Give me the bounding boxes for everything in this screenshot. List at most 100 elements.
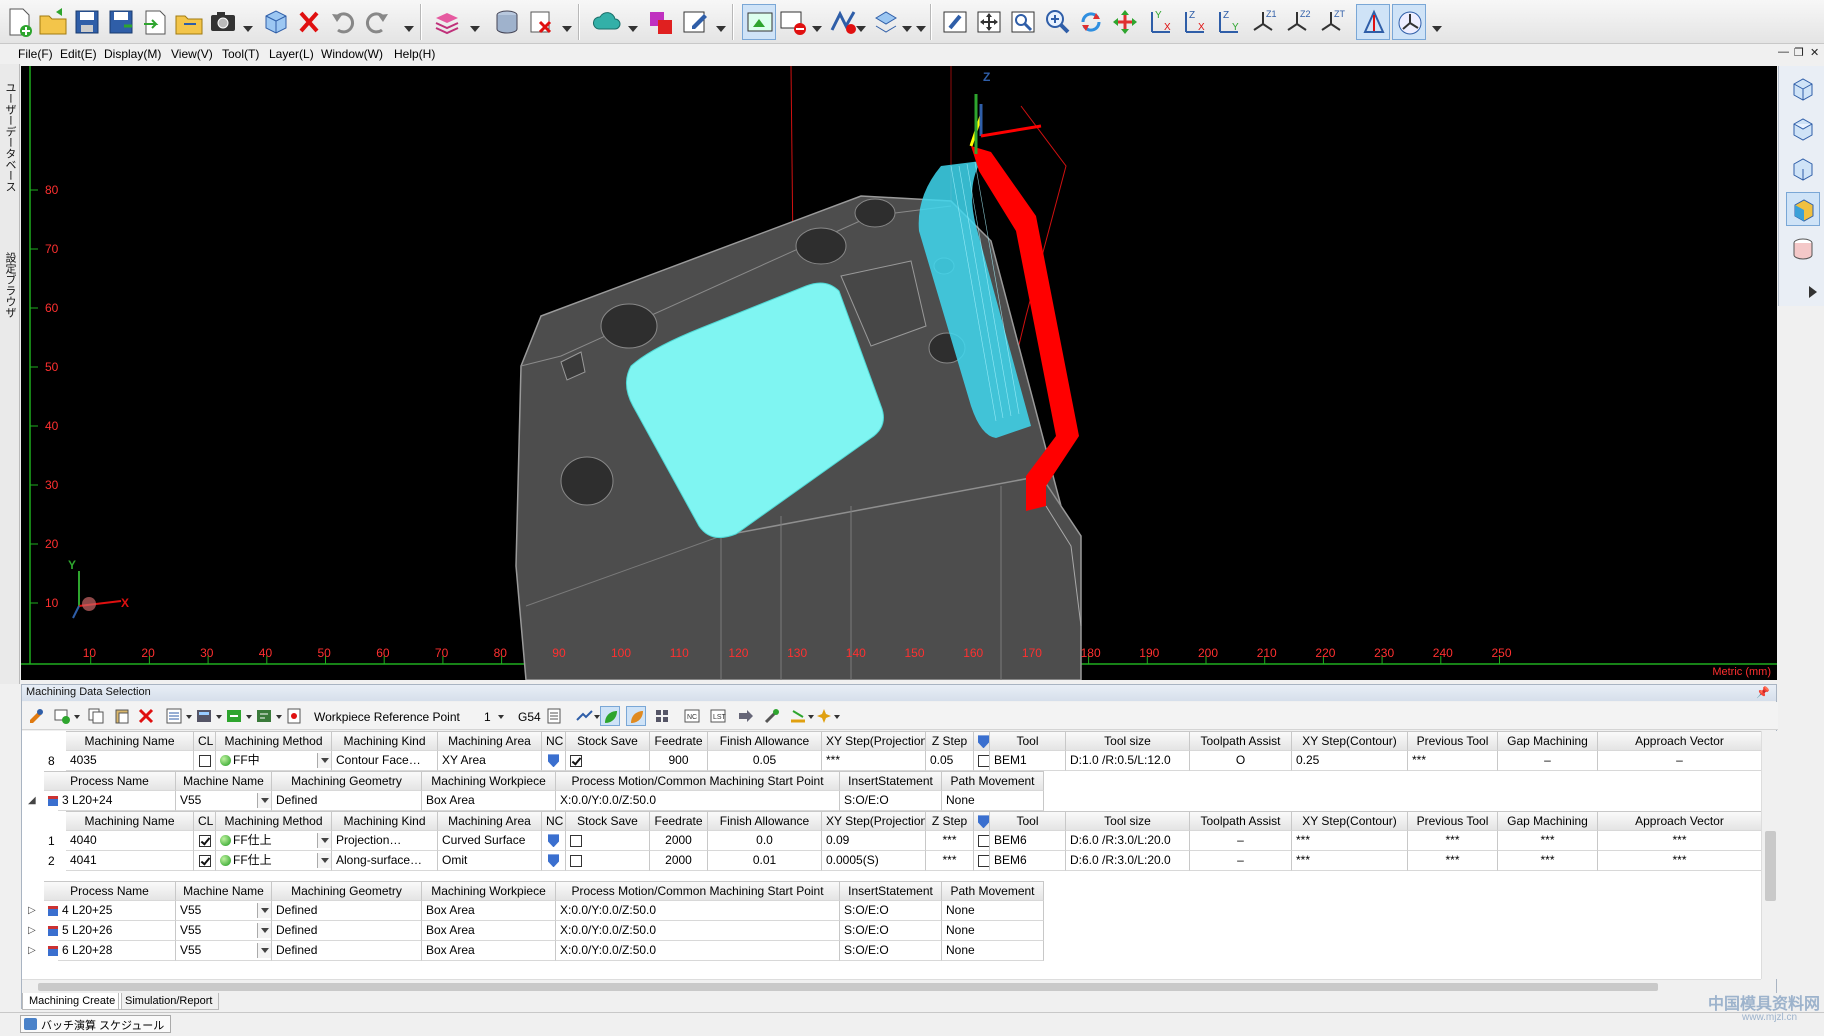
process-path-cell[interactable]: None — [942, 921, 1044, 941]
process-workpiece-cell[interactable]: Box Area — [422, 791, 556, 811]
machining-method-cell[interactable]: FF中 — [216, 751, 332, 771]
table-cell[interactable]: 4035 — [66, 751, 194, 771]
column-header[interactable]: Process Name — [44, 881, 176, 901]
cl-checkbox[interactable] — [198, 754, 211, 767]
vertical-scrollbar[interactable] — [1761, 731, 1778, 979]
stock-save-cell[interactable] — [566, 851, 650, 871]
column-header[interactable]: Machining Kind — [332, 811, 438, 831]
machining-wizard-icon[interactable] — [26, 706, 46, 726]
expand-toggle-icon[interactable]: ▷ — [28, 925, 36, 936]
stock-save-checkbox[interactable] — [570, 854, 582, 867]
column-header[interactable]: Machining Name — [66, 731, 194, 751]
import-icon[interactable] — [138, 4, 172, 40]
process-name-cell[interactable]: 6 L20+28 — [58, 941, 176, 961]
mirror-icon[interactable] — [870, 4, 904, 40]
process-row[interactable]: ▷ 6 L20+28 V55 Defined Box Area X:0.0/Y:0.0/Z… — [22, 941, 1778, 961]
machining-method-cell[interactable]: FF仕上 — [216, 851, 332, 871]
table-cell[interactable]: 0.09 — [822, 831, 926, 851]
stock-delete-icon[interactable] — [524, 4, 558, 40]
process-workpiece-cell[interactable]: Box Area — [422, 941, 556, 961]
view-zx-icon[interactable]: ZX — [1178, 4, 1212, 40]
save-as-icon[interactable] — [104, 4, 138, 40]
method-dropdown[interactable] — [317, 753, 331, 768]
process-geometry-cell[interactable]: Defined — [272, 791, 422, 811]
display-dropdown-icon[interactable] — [812, 26, 822, 32]
process-workpiece-cell[interactable]: Box Area — [422, 921, 556, 941]
process-geometry-cell[interactable]: Defined — [272, 921, 422, 941]
table-row[interactable]: 8 4035 FF中 Contour Face… XY Area 900 0.05 *** 0.… — [22, 751, 1778, 771]
add-process-icon[interactable] — [52, 706, 72, 726]
delete-data-icon[interactable] — [136, 706, 156, 726]
process-row[interactable]: ▷ 5 L20+26 V55 Defined Box Area X:0.0/Y:0.0/Z… — [22, 921, 1778, 941]
column-header[interactable]: Machining Area — [438, 731, 542, 751]
table-cell[interactable]: 0.01 — [708, 851, 822, 871]
column-header[interactable]: XY Step(Contour) — [1292, 731, 1408, 751]
column-header[interactable]: Gap Machining — [1498, 731, 1598, 751]
column-header[interactable]: Machine Name — [176, 771, 272, 791]
table-cell[interactable]: 0.0 — [708, 831, 822, 851]
column-header[interactable]: Gap Machining — [1498, 811, 1598, 831]
column-header[interactable]: Path Movement — [942, 771, 1044, 791]
display-remove-icon[interactable] — [776, 4, 810, 40]
column-header[interactable]: Machining Method — [216, 731, 332, 751]
column-header[interactable]: XY Step(Projection) — [822, 731, 926, 751]
select-solid-icon[interactable] — [258, 4, 292, 40]
method-dropdown[interactable] — [317, 853, 331, 868]
extra-dropdown-icon[interactable] — [916, 26, 926, 32]
copy-icon[interactable] — [86, 706, 106, 726]
column-header[interactable]: Approach Vector — [1598, 811, 1762, 831]
column-header[interactable]: Process Name — [44, 771, 176, 791]
column-header[interactable]: Toolpath Assist — [1190, 811, 1292, 831]
note-dropdown-icon[interactable] — [716, 26, 726, 32]
menu-help[interactable]: Help(H) — [394, 47, 435, 61]
machine-dropdown[interactable] — [257, 943, 271, 958]
table-cell[interactable]: – — [1598, 751, 1762, 771]
column-header[interactable]: Machining Method — [216, 811, 332, 831]
list-icon[interactable] — [164, 706, 184, 726]
zoom-window-icon[interactable] — [1006, 4, 1040, 40]
layer-dropdown-icon[interactable] — [470, 26, 480, 32]
save-icon[interactable] — [70, 4, 104, 40]
cylinder-stock-icon[interactable] — [490, 4, 524, 40]
menu-tool[interactable]: Tool(T) — [222, 47, 259, 61]
process-machine-cell[interactable]: V55 — [176, 941, 272, 961]
report-icon[interactable] — [284, 706, 304, 726]
restore-icon[interactable]: ❐ — [1794, 46, 1804, 59]
table-cell[interactable]: Contour Face… — [332, 751, 438, 771]
paste-icon[interactable] — [112, 706, 132, 726]
process-name-cell[interactable]: 5 L20+26 — [58, 921, 176, 941]
mirror-dropdown-icon[interactable] — [902, 26, 912, 32]
column-header[interactable]: XY Step(Contour) — [1292, 811, 1408, 831]
menu-view[interactable]: View(V) — [171, 47, 213, 61]
table-cell[interactable]: 4041 — [66, 851, 194, 871]
table-cell[interactable]: 2000 — [650, 831, 708, 851]
view-cylinder-icon[interactable] — [1786, 232, 1820, 266]
column-header[interactable]: Tool size — [1066, 731, 1190, 751]
redo-icon[interactable] — [360, 4, 394, 40]
tool-check-cell[interactable] — [974, 751, 990, 771]
view-yx-icon[interactable]: YX — [1144, 4, 1178, 40]
process-row[interactable]: ▷ 4 L20+25 V55 Defined Box Area X:0.0/Y:0.0/Z… — [22, 901, 1778, 921]
process-path-cell[interactable]: None — [942, 941, 1044, 961]
table-cell[interactable]: 900 — [650, 751, 708, 771]
stock-dropdown-icon[interactable] — [562, 26, 572, 32]
coordinate-code[interactable]: G54 — [518, 710, 541, 724]
rotate-icon[interactable] — [1074, 4, 1108, 40]
table-cell[interactable]: D:1.0 /R:0.5/L:12.0 — [1066, 751, 1190, 771]
column-header[interactable]: Toolpath Assist — [1190, 731, 1292, 751]
table-cell[interactable]: D:6.0 /R:3.0/L:20.0 — [1066, 851, 1190, 871]
table-cell[interactable]: – — [1190, 831, 1292, 851]
column-header[interactable]: Tool — [990, 811, 1066, 831]
tool-checkbox[interactable] — [978, 754, 989, 767]
cl-checkbox[interactable] — [198, 834, 211, 847]
grid-view-icon[interactable] — [652, 706, 672, 726]
close-icon[interactable]: ✕ — [1810, 46, 1819, 59]
table-cell[interactable]: BEM1 — [990, 751, 1066, 771]
column-header[interactable]: Previous Tool — [1408, 731, 1498, 751]
calculate-icon[interactable] — [194, 706, 214, 726]
expand-toggle-icon[interactable]: ◢ — [28, 795, 36, 806]
process-machine-cell[interactable]: V55 — [176, 791, 272, 811]
column-header[interactable]: Machining Workpiece — [422, 771, 556, 791]
table-cell[interactable]: *** — [926, 851, 974, 871]
process-start-cell[interactable]: X:0.0/Y:0.0/Z:50.0 — [556, 941, 840, 961]
